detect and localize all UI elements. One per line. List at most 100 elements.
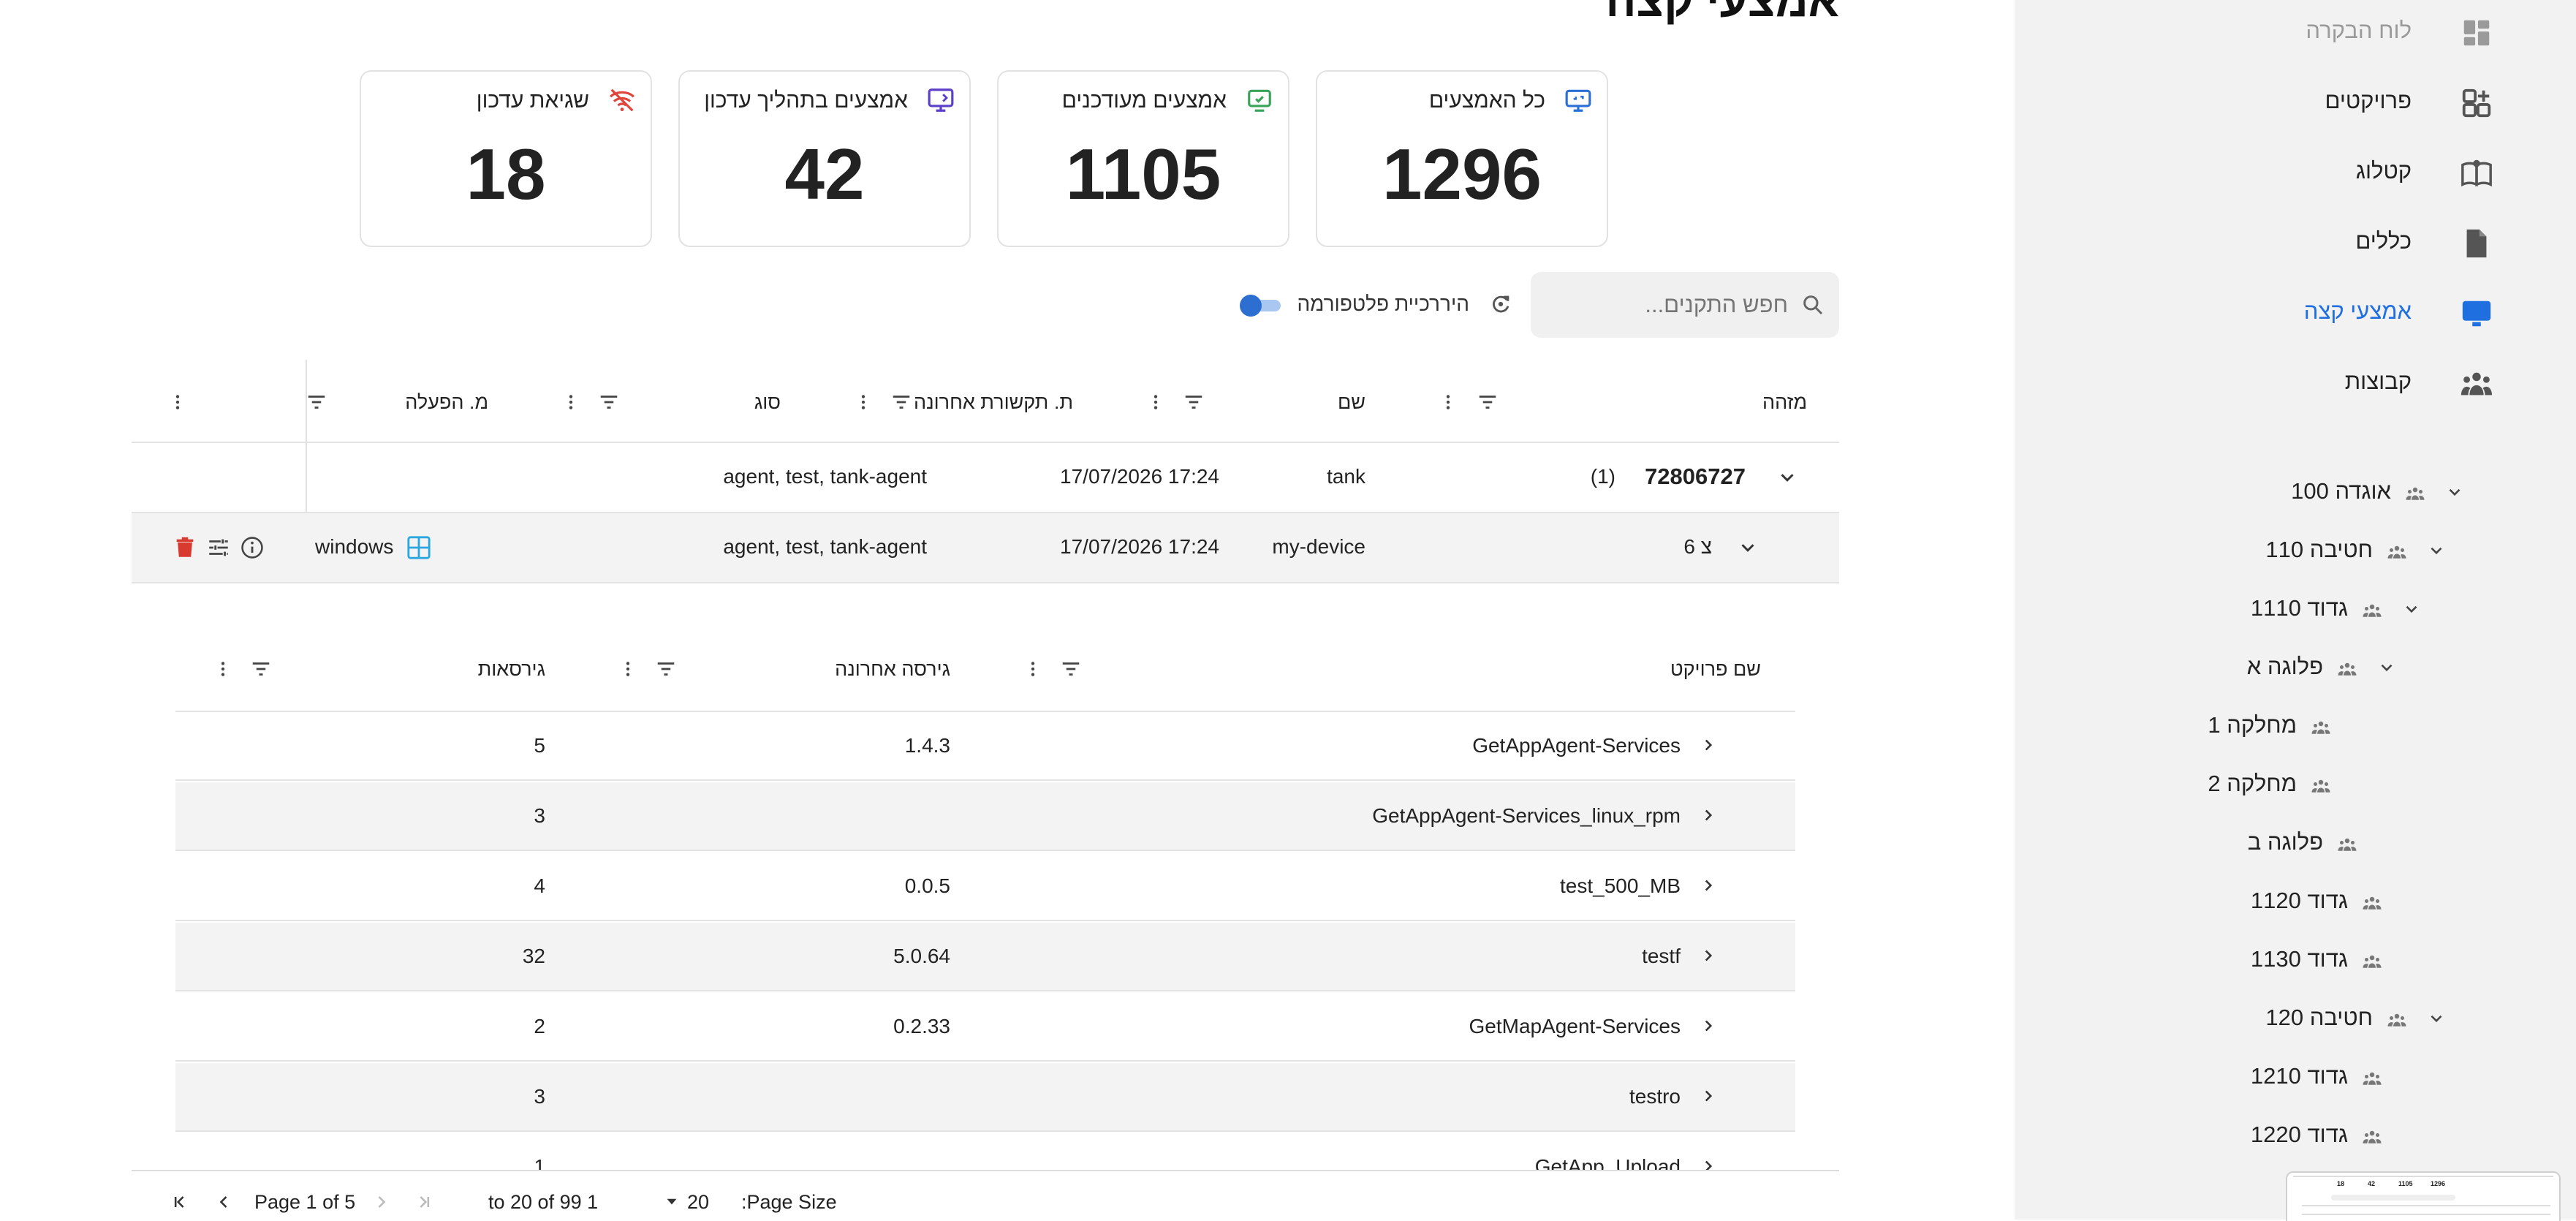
- catalog-book-icon: [2461, 159, 2492, 187]
- tree-node[interactable]: חטיבה 110: [2190, 526, 2497, 578]
- nav-item-projects[interactable]: פרויקטים: [2015, 70, 2576, 136]
- column-header-type[interactable]: סוג: [754, 391, 781, 414]
- chevron-down-icon[interactable]: [2377, 658, 2396, 677]
- tree-node[interactable]: מחלקה 2: [2114, 760, 2421, 812]
- filter-icon[interactable]: [1060, 658, 1082, 680]
- project-row[interactable]: GetAppAgent-Services_linux_rpm 3: [175, 782, 1795, 851]
- tree-node[interactable]: גדוד 1120: [2165, 877, 2472, 929]
- filter-icon[interactable]: [306, 391, 327, 413]
- stat-card-all-devices[interactable]: כל האמצעים 1296: [1316, 70, 1608, 247]
- tree-node[interactable]: מחלקה 1: [2114, 702, 2421, 753]
- delete-icon[interactable]: [173, 535, 197, 560]
- filter-icon[interactable]: [250, 658, 272, 680]
- column-header-name[interactable]: שם: [1338, 391, 1365, 414]
- minimap-thumbnail[interactable]: 18 42 1105 1296: [2286, 1171, 2561, 1221]
- more-vert-icon[interactable]: [1146, 391, 1165, 413]
- chevron-down-icon[interactable]: [1776, 466, 1798, 488]
- chevron-down-icon[interactable]: [2427, 541, 2446, 560]
- project-row[interactable]: test_500_MB 0.0.5 4: [175, 853, 1795, 921]
- tree-node[interactable]: פלוגה א: [2140, 643, 2447, 695]
- nav-item-catalog[interactable]: קטלוג: [2015, 140, 2576, 206]
- subheader-versions[interactable]: גירסאות: [478, 658, 545, 681]
- hierarchy-toggle[interactable]: [1240, 293, 1284, 317]
- prev-page-icon[interactable]: [213, 1192, 234, 1212]
- subheader-project[interactable]: שם פרויקט: [1670, 658, 1761, 681]
- project-row[interactable]: GetAppAgent-Services 1.4.3 5: [175, 712, 1795, 781]
- device-name: my-device: [1272, 535, 1365, 558]
- tree-node[interactable]: גדוד 1130: [2165, 936, 2472, 987]
- next-page-icon[interactable]: [371, 1192, 392, 1212]
- more-vert-icon[interactable]: [618, 658, 637, 680]
- column-header-os[interactable]: מ. הפעלה: [405, 391, 488, 414]
- nav-item-dashboard[interactable]: לוח הבקרה: [2015, 0, 2576, 66]
- tree-node[interactable]: חטיבה 120: [2190, 994, 2497, 1046]
- stat-card-update-errors[interactable]: שגיאת עדכון 18: [360, 70, 652, 247]
- column-header-id[interactable]: מזהה: [1762, 391, 1807, 414]
- chevron-down-icon[interactable]: [2445, 483, 2464, 502]
- nav-item-groups[interactable]: קבוצות: [2015, 351, 2576, 417]
- chevron-down-icon[interactable]: [1737, 537, 1759, 559]
- more-vert-icon[interactable]: [168, 391, 187, 413]
- project-row[interactable]: testro 3: [175, 1063, 1795, 1132]
- search-box[interactable]: [1531, 272, 1839, 338]
- stat-card-updating-devices[interactable]: אמצעים בתהליך עדכון 42: [678, 70, 971, 247]
- chevron-right-icon[interactable]: [1699, 946, 1718, 965]
- info-icon[interactable]: [240, 535, 265, 560]
- first-page-icon[interactable]: [170, 1192, 190, 1212]
- table-device-row[interactable]: צ 6 my-device 17/07/2026 17:24 agent, te…: [132, 513, 1839, 582]
- refresh-settings-icon[interactable]: [1488, 292, 1513, 317]
- table-group-row[interactable]: 72806727 (1) tank 17/07/2026 17:24 agent…: [132, 443, 1839, 512]
- chevron-right-icon[interactable]: [1699, 806, 1718, 825]
- search-input[interactable]: [1545, 288, 1789, 322]
- stat-value: 18: [466, 134, 546, 214]
- project-versions-count: 4: [534, 874, 545, 897]
- more-vert-icon[interactable]: [213, 658, 232, 680]
- chevron-right-icon[interactable]: [1699, 876, 1718, 895]
- filter-icon[interactable]: [1183, 391, 1205, 413]
- tree-node[interactable]: גדוד 1210: [2165, 1053, 2472, 1104]
- chevron-right-icon[interactable]: [1699, 1157, 1718, 1170]
- tree-node[interactable]: גדוד 1220: [2165, 1111, 2472, 1163]
- tree-node[interactable]: פלוגה ב: [2140, 819, 2447, 870]
- chevron-right-icon[interactable]: [1699, 1086, 1718, 1105]
- more-vert-icon[interactable]: [561, 391, 580, 413]
- nav-label: כללים: [2355, 228, 2412, 254]
- tree-node[interactable]: גדוד 1110: [2165, 585, 2472, 636]
- more-vert-icon[interactable]: [854, 391, 873, 413]
- project-row[interactable]: testf 5.0.64 32: [175, 923, 1795, 991]
- nav-label: אמצעי קצה: [2303, 298, 2412, 324]
- filter-icon[interactable]: [598, 391, 620, 413]
- dashboard-icon: [2463, 20, 2490, 46]
- column-header-last-comm[interactable]: ת. תקשורת אחרונה: [914, 391, 1073, 414]
- chevron-right-icon[interactable]: [1699, 736, 1718, 755]
- group-icon: [2387, 1013, 2406, 1027]
- tree-node-label: חטיבה 120: [2265, 1005, 2373, 1030]
- filter-icon[interactable]: [1477, 391, 1499, 413]
- more-vert-icon[interactable]: [1023, 658, 1042, 680]
- chevron-down-icon[interactable]: [2427, 1009, 2446, 1028]
- wifi-off-icon: [610, 88, 634, 112]
- chevron-right-icon[interactable]: [1699, 1016, 1718, 1035]
- tree-node[interactable]: אוגדה 100: [2208, 468, 2515, 519]
- stat-card-updated-devices[interactable]: אמצעים מעודכנים 1105: [997, 70, 1289, 247]
- tune-settings-icon[interactable]: [206, 535, 231, 560]
- caret-down-icon[interactable]: [662, 1192, 681, 1211]
- nav-item-endpoints[interactable]: אמצעי קצה: [2015, 281, 2576, 347]
- more-vert-icon[interactable]: [1439, 391, 1458, 413]
- project-versions-count: 32: [522, 945, 545, 967]
- tree-node-label: גדוד 1110: [2250, 595, 2348, 621]
- page-size-select[interactable]: 20: [687, 1191, 709, 1214]
- nav-item-rules[interactable]: כללים: [2015, 211, 2576, 276]
- filter-icon[interactable]: [655, 658, 677, 680]
- project-name: testf: [1642, 945, 1681, 967]
- group-name: tank: [1327, 465, 1365, 488]
- project-row[interactable]: GetApp_Upload 1: [175, 1133, 1795, 1170]
- group-icon: [2387, 545, 2406, 559]
- project-row[interactable]: GetMapAgent-Services 0.2.33 2: [175, 993, 1795, 1062]
- filter-icon[interactable]: [890, 391, 912, 413]
- minimap-value: 42: [2368, 1180, 2376, 1187]
- last-page-icon[interactable]: [414, 1192, 434, 1212]
- chevron-down-icon[interactable]: [2402, 600, 2421, 619]
- hierarchy-label: היררכיית פלטפורמה: [1297, 292, 1469, 315]
- subheader-latest[interactable]: גירסה אחרונה: [835, 658, 950, 681]
